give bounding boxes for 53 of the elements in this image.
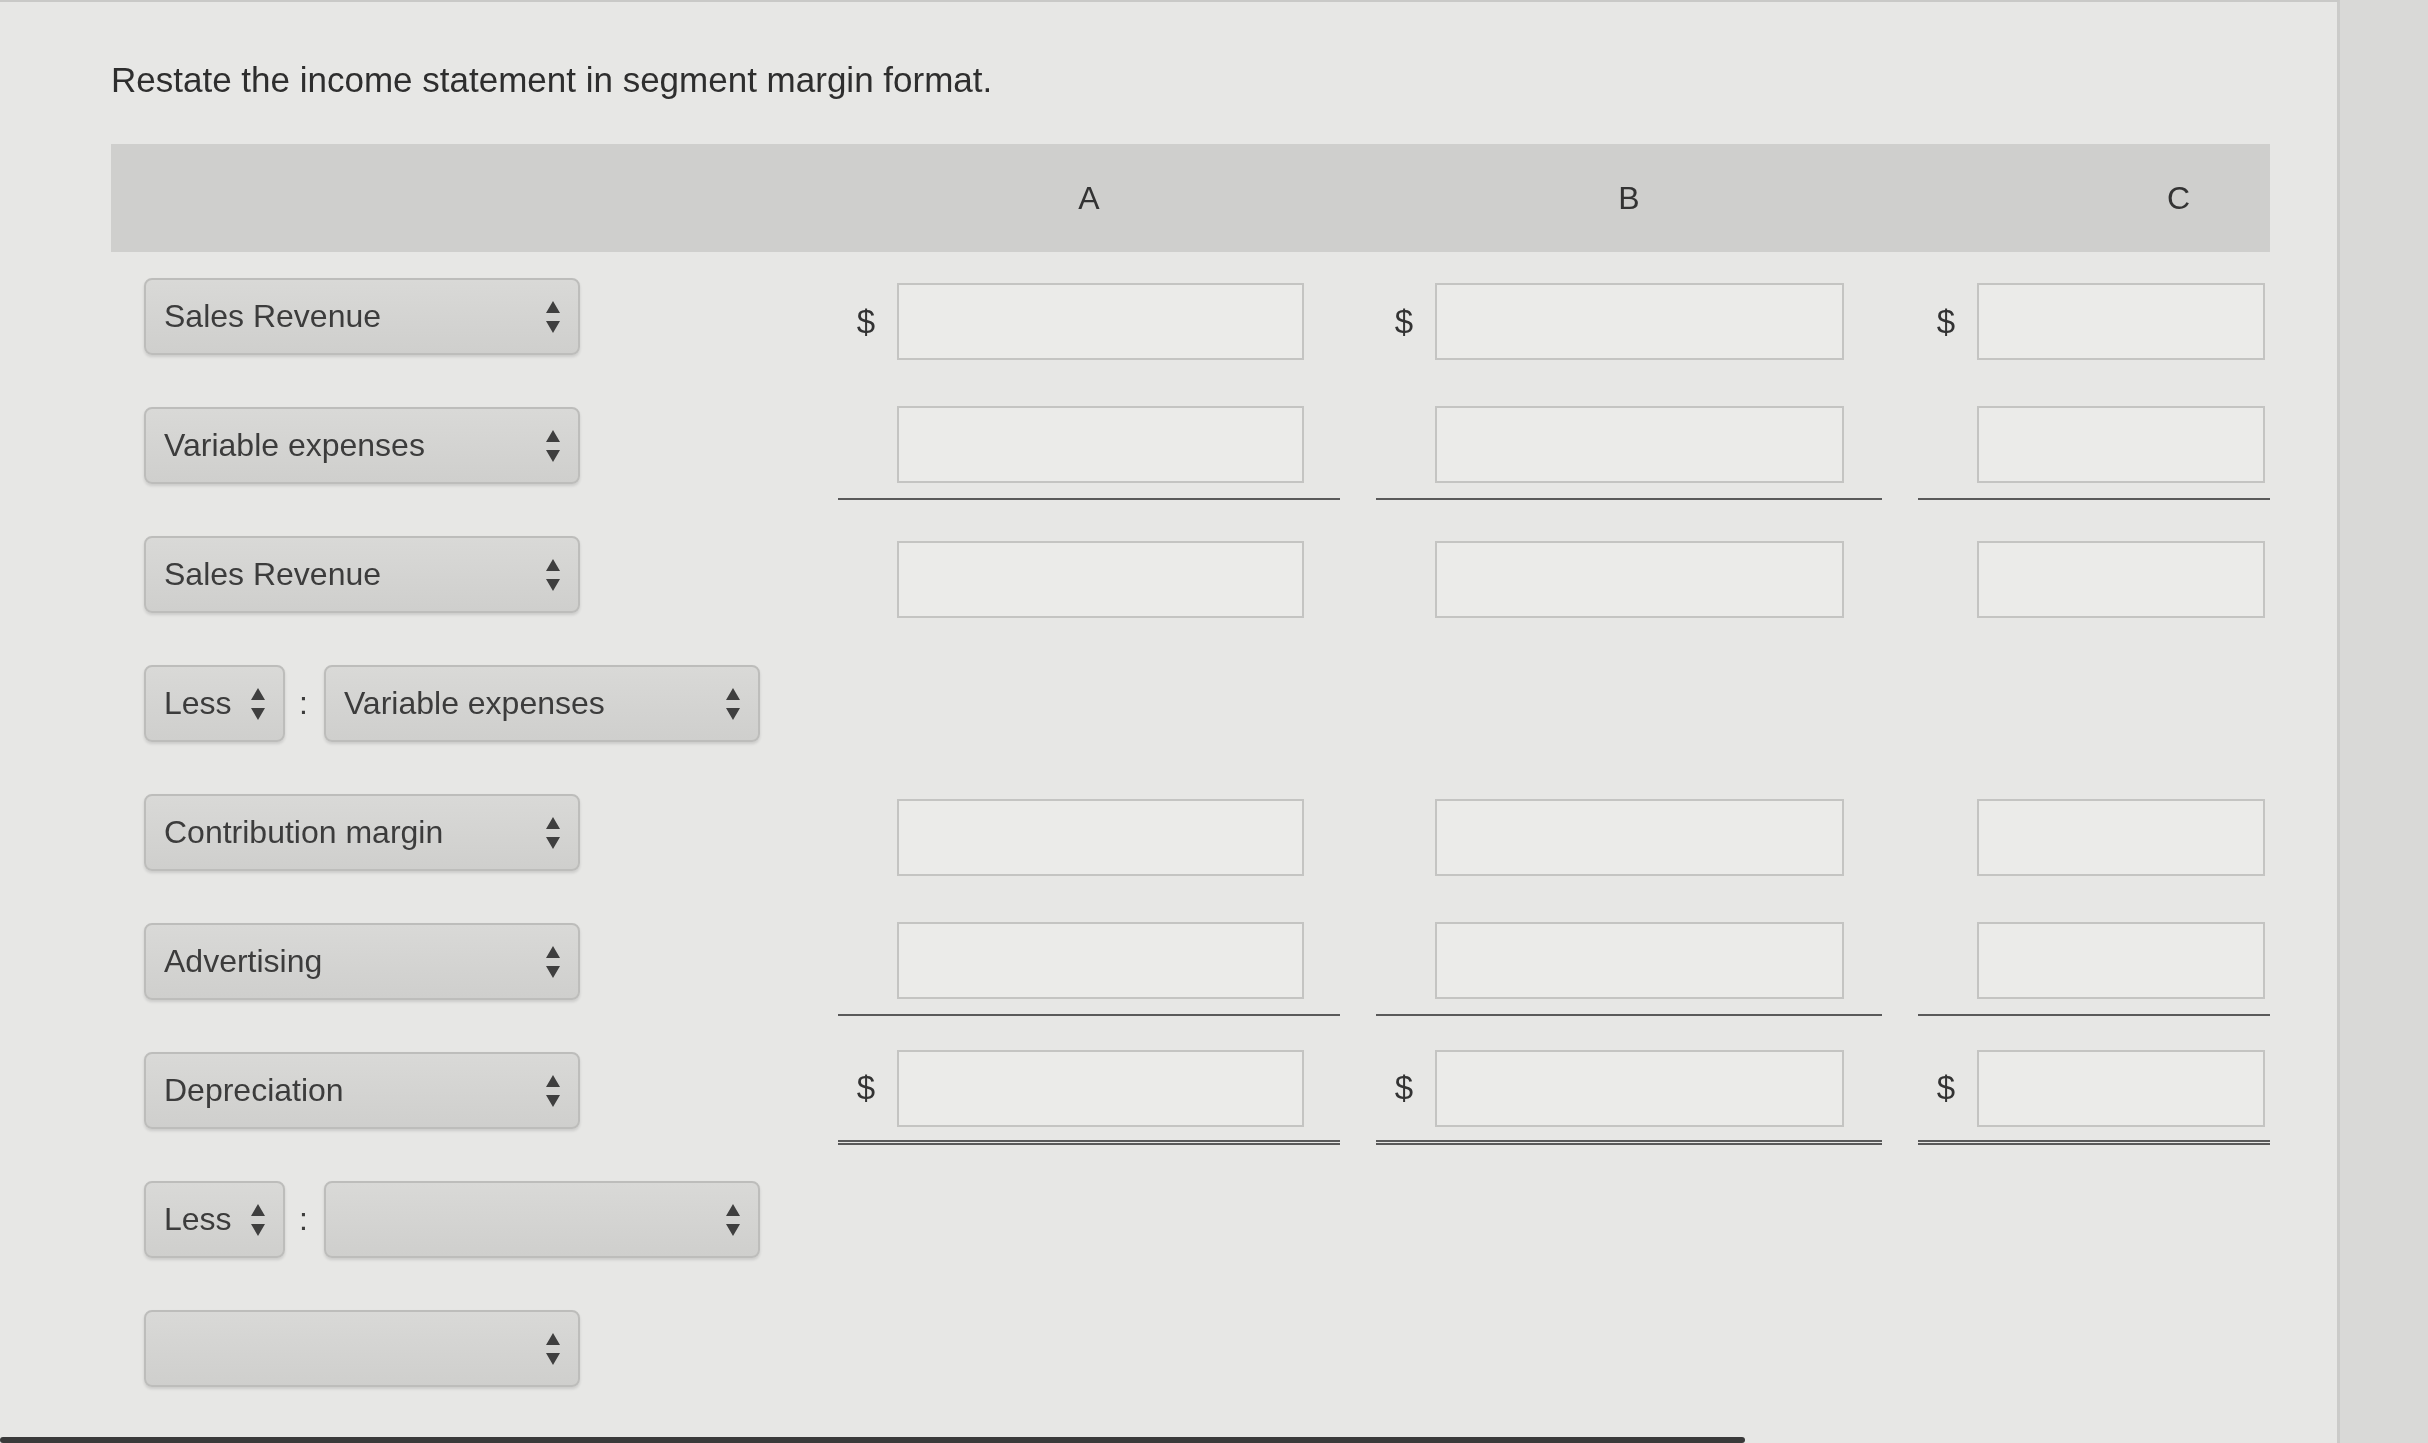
dollar-sign: $: [1935, 302, 1957, 341]
column-header: B: [1618, 179, 1640, 217]
updown-arrows-icon: [546, 558, 560, 591]
dollar-sign: $: [1393, 302, 1415, 341]
operator-dropdown[interactable]: Less: [144, 1181, 285, 1258]
amount-field[interactable]: [1977, 541, 2265, 618]
updown-arrows-icon: [251, 1203, 265, 1236]
amount-field[interactable]: [897, 406, 1304, 483]
separator-text: :: [299, 685, 308, 722]
updown-arrows-icon: [546, 816, 560, 849]
separator-text: :: [299, 1201, 308, 1238]
amount-field[interactable]: [1977, 283, 2265, 360]
scrollbar-thumb[interactable]: [0, 1437, 1745, 1443]
operator-dropdown[interactable]: Less: [144, 665, 285, 742]
updown-arrows-icon: [546, 1074, 560, 1107]
column-header: C: [2166, 179, 2190, 217]
amount-field[interactable]: [1435, 922, 1844, 999]
line-item-dropdown[interactable]: Variable expenses: [323, 665, 760, 742]
amount-field[interactable]: [897, 283, 1304, 360]
line-item-dropdown[interactable]: Sales Revenue: [144, 536, 580, 613]
line-item-dropdown[interactable]: Sales Revenue: [144, 278, 580, 355]
dollar-sign: $: [855, 1069, 877, 1107]
updown-arrows-icon: [725, 687, 740, 720]
amount-field[interactable]: [1977, 799, 2265, 876]
dollar-sign: $: [1935, 1069, 1957, 1107]
updown-arrows-icon: [251, 687, 265, 720]
amount-field[interactable]: [1977, 922, 2265, 999]
amount-field[interactable]: [1435, 1049, 1844, 1127]
instruction-text: Restate the income statement in segment margin format.: [111, 59, 993, 101]
line-item-dropdown[interactable]: Depreciation: [144, 1052, 580, 1129]
line-item-dropdown[interactable]: Variable expenses: [144, 407, 580, 484]
updown-arrows-icon: [546, 300, 560, 333]
amount-field[interactable]: [1977, 406, 2265, 483]
line-item-dropdown[interactable]: [323, 1181, 760, 1258]
amount-field[interactable]: [1435, 541, 1844, 618]
amount-field[interactable]: [1977, 1049, 2265, 1127]
amount-field[interactable]: [1435, 799, 1844, 876]
line-item-dropdown[interactable]: Contribution margin: [144, 794, 580, 871]
dollar-sign: $: [855, 302, 877, 341]
updown-arrows-icon: [546, 945, 560, 978]
updown-arrows-icon: [546, 1332, 560, 1365]
amount-field[interactable]: [897, 922, 1304, 999]
amount-field[interactable]: [897, 541, 1304, 618]
amount-field[interactable]: [1435, 283, 1844, 360]
line-item-dropdown[interactable]: Advertising: [144, 923, 580, 1000]
updown-arrows-icon: [546, 429, 560, 462]
updown-arrows-icon: [725, 1203, 740, 1236]
amount-field[interactable]: [897, 1049, 1304, 1127]
line-item-dropdown[interactable]: [144, 1310, 580, 1387]
amount-field[interactable]: [897, 799, 1304, 876]
dollar-sign: $: [1393, 1069, 1415, 1107]
column-header: A: [1078, 179, 1100, 217]
amount-field[interactable]: [1435, 406, 1844, 483]
